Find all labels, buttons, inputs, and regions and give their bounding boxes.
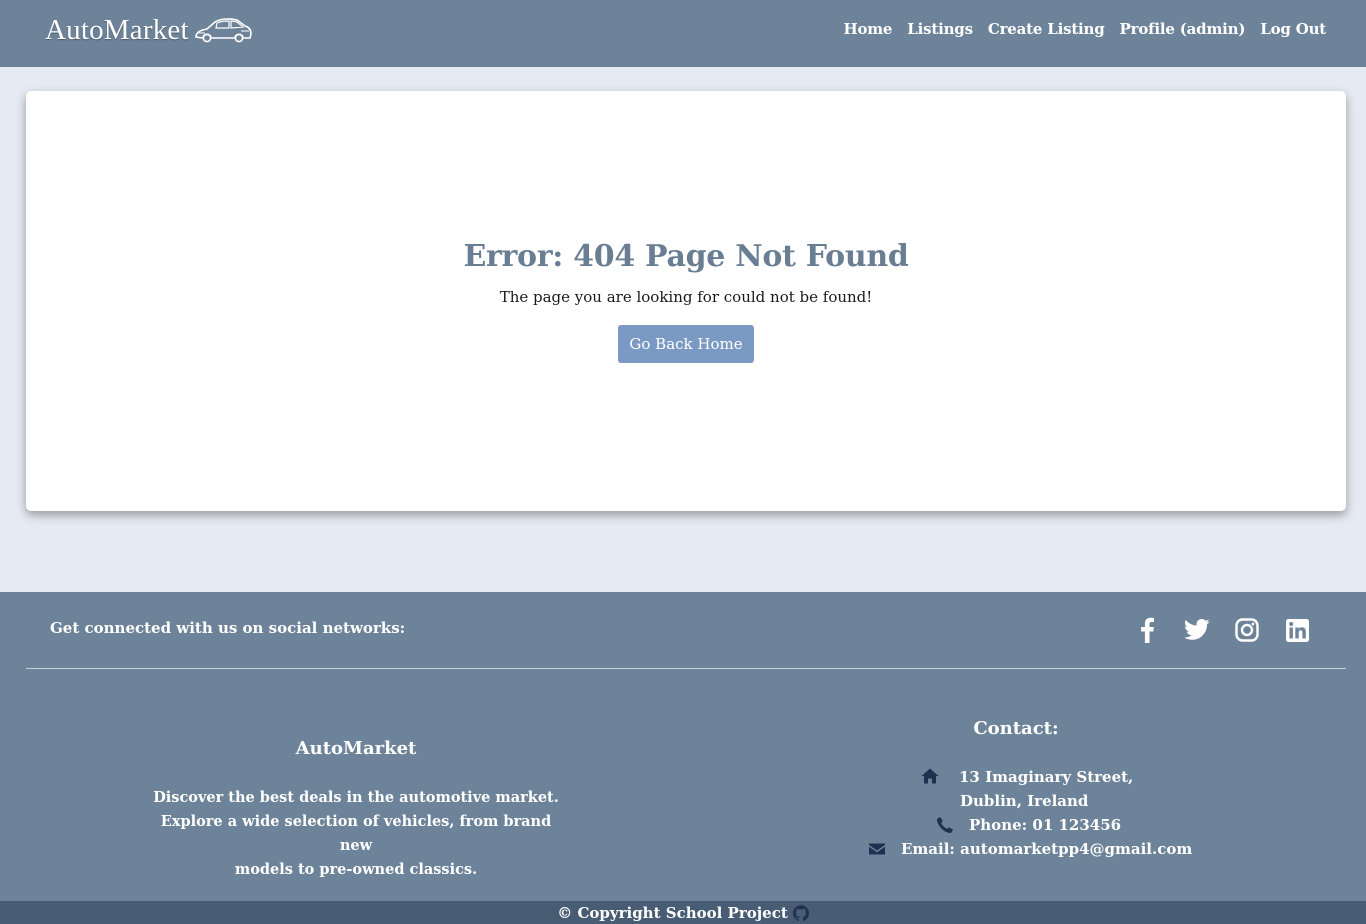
copyright-text: © Copyright School Project [557,903,788,922]
error-message: The page you are looking for could not b… [499,288,873,306]
about-text: Discover the best deals in the automotiv… [148,786,564,882]
nav-links: Home Listings Create Listing Profile (ad… [843,20,1326,38]
nav-log-out[interactable]: Log Out [1260,20,1326,38]
phone-text: Phone: 01 123456 [969,816,1122,834]
social-icons [1133,616,1311,644]
email-text[interactable]: Email: automarketpp4@gmail.com [901,840,1192,858]
about-line: Discover the best deals in the automotiv… [153,789,559,806]
nav-create-listing[interactable]: Create Listing [988,20,1105,38]
envelope-icon [869,843,885,855]
instagram-icon[interactable] [1233,616,1261,644]
github-icon[interactable] [792,904,809,921]
car-logo-icon [194,18,252,43]
about-line: Explore a wide selection of vehicles, fr… [160,813,552,854]
facebook-icon[interactable] [1133,616,1161,644]
error-title: Error: 404 Page Not Found [463,239,909,274]
error-card: Error: 404 Page Not Found The page you a… [26,91,1346,511]
copyright-bar: © Copyright School Project [0,901,1366,924]
phone-icon [936,817,953,834]
contact-title: Contact: [973,718,1059,739]
nav-listings[interactable]: Listings [907,20,973,38]
brand-logo[interactable]: AutoMarket [45,10,253,50]
nav-home[interactable]: Home [843,20,892,38]
about-title: AutoMarket [295,738,417,759]
social-text: Get connected with us on social networks… [50,619,406,637]
home-icon [921,768,939,784]
footer-divider [26,668,1346,669]
footer: Get connected with us on social networks… [0,592,1366,901]
address-line-1: 13 Imaginary Street, [959,768,1134,786]
nav-profile[interactable]: Profile (admin) [1120,20,1246,38]
twitter-icon[interactable] [1183,616,1211,644]
go-back-home-button[interactable]: Go Back Home [618,325,754,363]
navbar: AutoMarket Home Listings Create Listing … [0,0,1366,67]
address-line-2: Dublin, Ireland [960,792,1089,810]
linkedin-icon[interactable] [1283,616,1311,644]
about-line: models to pre-owned classics. [234,861,478,878]
brand-name: AutoMarket [45,13,189,46]
